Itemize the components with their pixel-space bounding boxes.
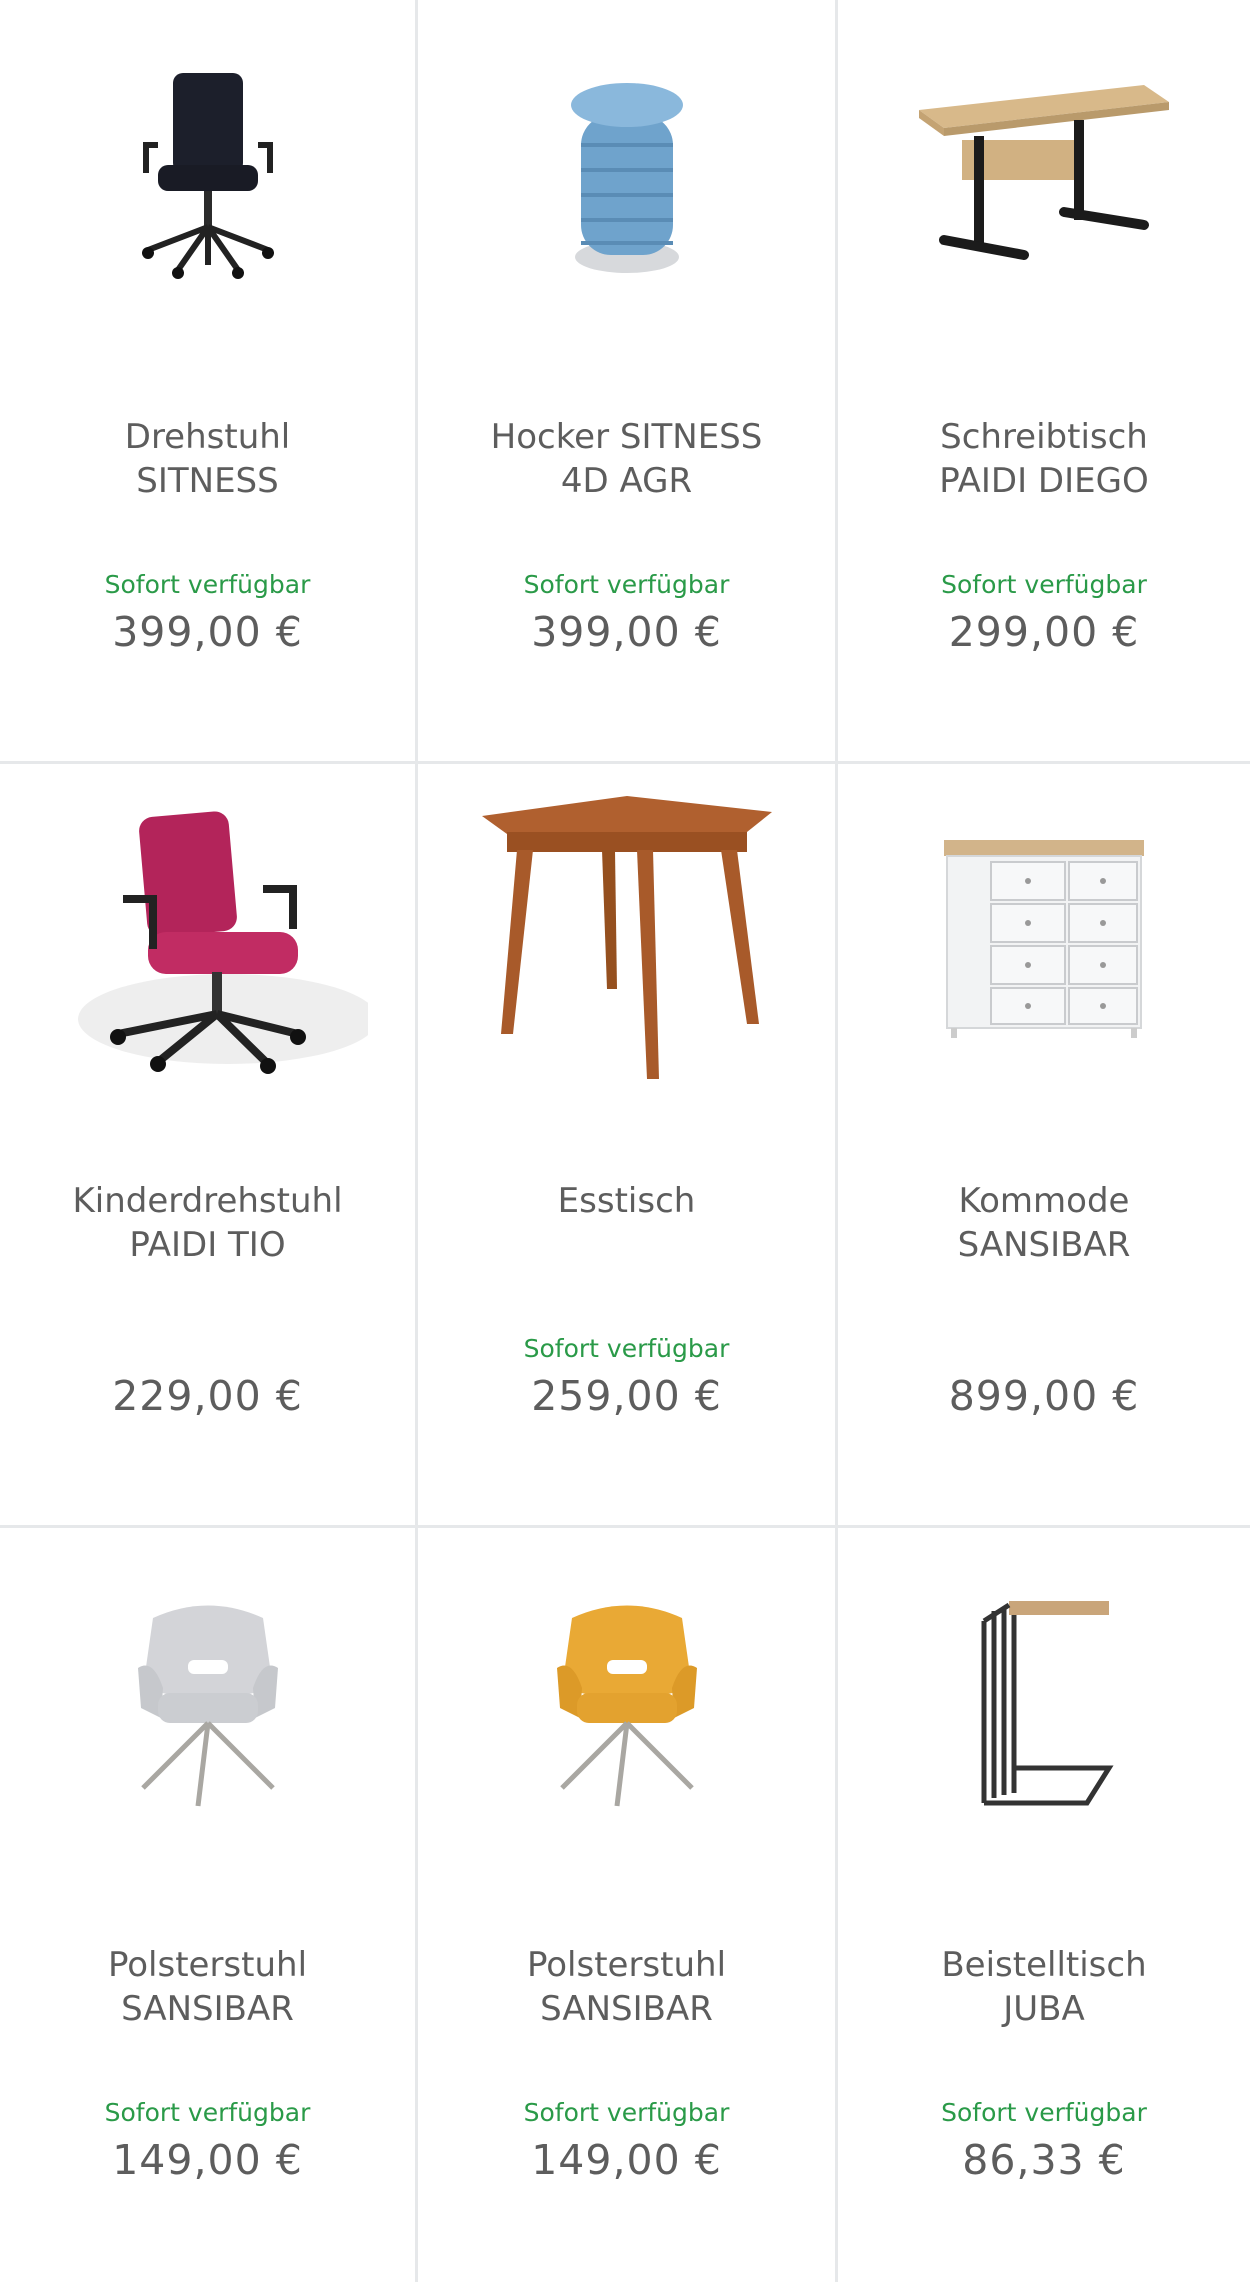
product-price: 399,00 € [112, 608, 303, 656]
product-card[interactable]: Kommode SANSIBAR 899,00 € [838, 764, 1250, 1528]
product-image[interactable] [0, 794, 415, 1084]
armchair-grey-icon [137, 1605, 278, 1807]
product-image[interactable] [418, 1558, 835, 1848]
product-price: 399,00 € [531, 608, 722, 656]
product-card[interactable]: Esstisch Sofort verfügbar 259,00 € [418, 764, 838, 1528]
product-card[interactable]: Drehstuhl SITNESS Sofort verfügbar 399,0… [0, 0, 418, 764]
availability-label: Sofort verfügbar [941, 2098, 1147, 2127]
product-card[interactable]: Beistelltisch JUBA Sofort verfügbar 86,3… [838, 1528, 1250, 2282]
product-title[interactable]: Kinderdrehstuhl PAIDI TIO [10, 1179, 405, 1267]
product-card[interactable]: Hocker SITNESS 4D AGR Sofort verfügbar 3… [418, 0, 838, 764]
product-image[interactable] [838, 30, 1250, 320]
product-card[interactable]: Polsterstuhl SANSIBAR Sofort verfügbar 1… [0, 1528, 418, 2282]
product-image[interactable] [838, 794, 1250, 1084]
product-image[interactable] [0, 30, 415, 320]
kids-chair-icon [77, 811, 368, 1074]
product-title[interactable]: Kommode SANSIBAR [848, 1179, 1240, 1267]
desk-icon [919, 85, 1169, 260]
product-image[interactable] [838, 1558, 1250, 1848]
dresser-icon [944, 840, 1144, 1038]
product-title[interactable]: Polsterstuhl SANSIBAR [428, 1943, 825, 2031]
product-price: 299,00 € [948, 608, 1140, 656]
product-image[interactable] [418, 794, 835, 1084]
availability-label: Sofort verfügbar [104, 570, 311, 599]
availability-label: Sofort verfügbar [941, 570, 1147, 599]
product-title[interactable]: Hocker SITNESS 4D AGR [428, 415, 825, 503]
availability-label: Sofort verfügbar [523, 1334, 730, 1363]
side-table-icon [981, 1601, 1114, 1806]
product-price: 86,33 € [962, 2136, 1126, 2184]
product-title[interactable]: Esstisch [428, 1179, 825, 1223]
availability-label: Sofort verfügbar [523, 2098, 730, 2127]
office-chair-icon [141, 73, 274, 279]
product-title[interactable]: Polsterstuhl SANSIBAR [10, 1943, 405, 2031]
product-grid: Drehstuhl SITNESS Sofort verfügbar 399,0… [0, 0, 1250, 2282]
product-title[interactable]: Schreibtisch PAIDI DIEGO [848, 415, 1240, 503]
stool-icon [570, 83, 683, 273]
product-card[interactable]: Kinderdrehstuhl PAIDI TIO 229,00 € [0, 764, 418, 1528]
availability-label: Sofort verfügbar [104, 2098, 311, 2127]
dining-table-icon [481, 796, 772, 1079]
product-price: 149,00 € [531, 2136, 722, 2184]
product-title[interactable]: Drehstuhl SITNESS [10, 415, 405, 503]
product-price: 229,00 € [112, 1372, 303, 1420]
armchair-yellow-icon [556, 1605, 697, 1807]
product-title[interactable]: Beistelltisch JUBA [848, 1943, 1240, 2031]
product-card[interactable]: Schreibtisch PAIDI DIEGO Sofort verfügba… [838, 0, 1250, 764]
product-card[interactable]: Polsterstuhl SANSIBAR Sofort verfügbar 1… [418, 1528, 838, 2282]
product-price: 149,00 € [112, 2136, 303, 2184]
product-price: 899,00 € [948, 1372, 1140, 1420]
availability-label: Sofort verfügbar [523, 570, 730, 599]
product-image[interactable] [0, 1558, 415, 1848]
product-price: 259,00 € [531, 1372, 722, 1420]
product-image[interactable] [418, 30, 835, 320]
